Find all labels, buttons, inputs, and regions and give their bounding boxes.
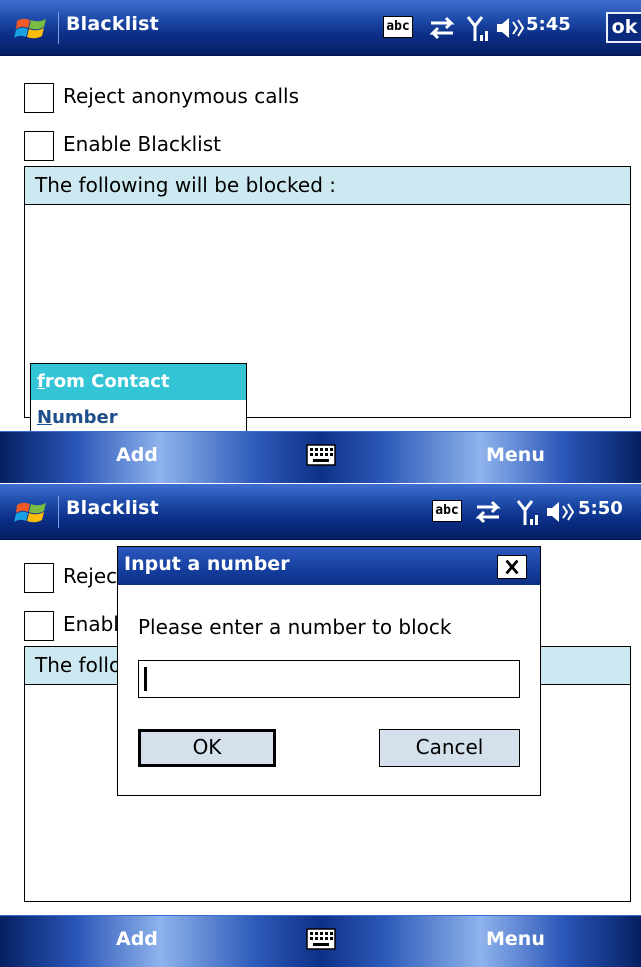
blocked-list-header: The following will be blocked : xyxy=(25,167,630,205)
clock-time: 5:50 xyxy=(578,498,623,519)
windows-start-icon[interactable] xyxy=(14,11,50,45)
sync-arrows-icon[interactable] xyxy=(471,495,505,529)
window-title: Blacklist xyxy=(66,497,159,519)
title-separator xyxy=(58,496,59,528)
enable-blacklist-checkbox[interactable] xyxy=(24,611,54,641)
title-bar: Blacklist abc 5:45 ok xyxy=(0,0,641,56)
windows-start-icon[interactable] xyxy=(14,495,50,529)
menu-item-from-contact-label: rom Contact xyxy=(44,371,170,392)
signal-strength-icon[interactable] xyxy=(466,11,492,45)
keyboard-icon[interactable] xyxy=(306,928,336,950)
blacklist-screen-input-dialog: Blacklist abc 5:50 Reject anonymous call… xyxy=(0,484,641,967)
keyboard-icon[interactable] xyxy=(306,444,336,466)
number-input[interactable] xyxy=(138,660,520,698)
softkey-bar: Add Menu xyxy=(0,431,641,483)
window-title: Blacklist xyxy=(66,13,159,35)
add-popup-menu: from Contact Number xyxy=(30,363,247,437)
add-softkey[interactable]: Add xyxy=(116,444,158,466)
menu-softkey[interactable]: Menu xyxy=(486,928,545,950)
close-icon[interactable] xyxy=(497,555,527,579)
speaker-icon[interactable] xyxy=(544,495,578,529)
title-bar: Blacklist abc 5:50 xyxy=(0,484,641,540)
menu-item-from-contact-accel: f xyxy=(37,371,45,392)
dialog-prompt: Please enter a number to block xyxy=(138,615,452,639)
blacklist-screen-menu-open: Blacklist abc 5:45 ok Reject anonymous c… xyxy=(0,0,641,483)
cancel-button[interactable]: Cancel xyxy=(379,729,520,767)
title-separator xyxy=(58,12,59,44)
input-number-dialog: Input a number Please enter a number to … xyxy=(117,546,541,796)
menu-item-number-label: umber xyxy=(52,407,118,428)
clock-time: 5:45 xyxy=(526,14,571,35)
menu-softkey[interactable]: Menu xyxy=(486,444,545,466)
ok-button[interactable]: OK xyxy=(138,729,276,767)
sync-arrows-icon[interactable] xyxy=(425,11,459,45)
add-softkey[interactable]: Add xyxy=(116,928,158,950)
menu-item-number-accel: N xyxy=(37,407,53,428)
ok-button[interactable]: ok xyxy=(606,12,641,43)
signal-strength-icon[interactable] xyxy=(516,495,542,529)
dialog-title-bar: Input a number xyxy=(118,547,540,585)
speaker-icon[interactable] xyxy=(494,11,528,45)
input-mode-indicator[interactable]: abc xyxy=(383,16,413,38)
text-caret xyxy=(144,667,147,691)
input-mode-indicator[interactable]: abc xyxy=(432,500,462,522)
softkey-bar: Add Menu xyxy=(0,915,641,967)
reject-anonymous-checkbox[interactable] xyxy=(24,83,54,113)
reject-anonymous-label: Reject anonymous calls xyxy=(63,84,299,108)
reject-anonymous-checkbox[interactable] xyxy=(24,563,54,593)
menu-item-from-contact[interactable]: from Contact xyxy=(31,364,246,400)
enable-blacklist-label: Enable Blacklist xyxy=(63,132,221,156)
enable-blacklist-checkbox[interactable] xyxy=(24,131,54,161)
dialog-title: Input a number xyxy=(124,553,290,575)
